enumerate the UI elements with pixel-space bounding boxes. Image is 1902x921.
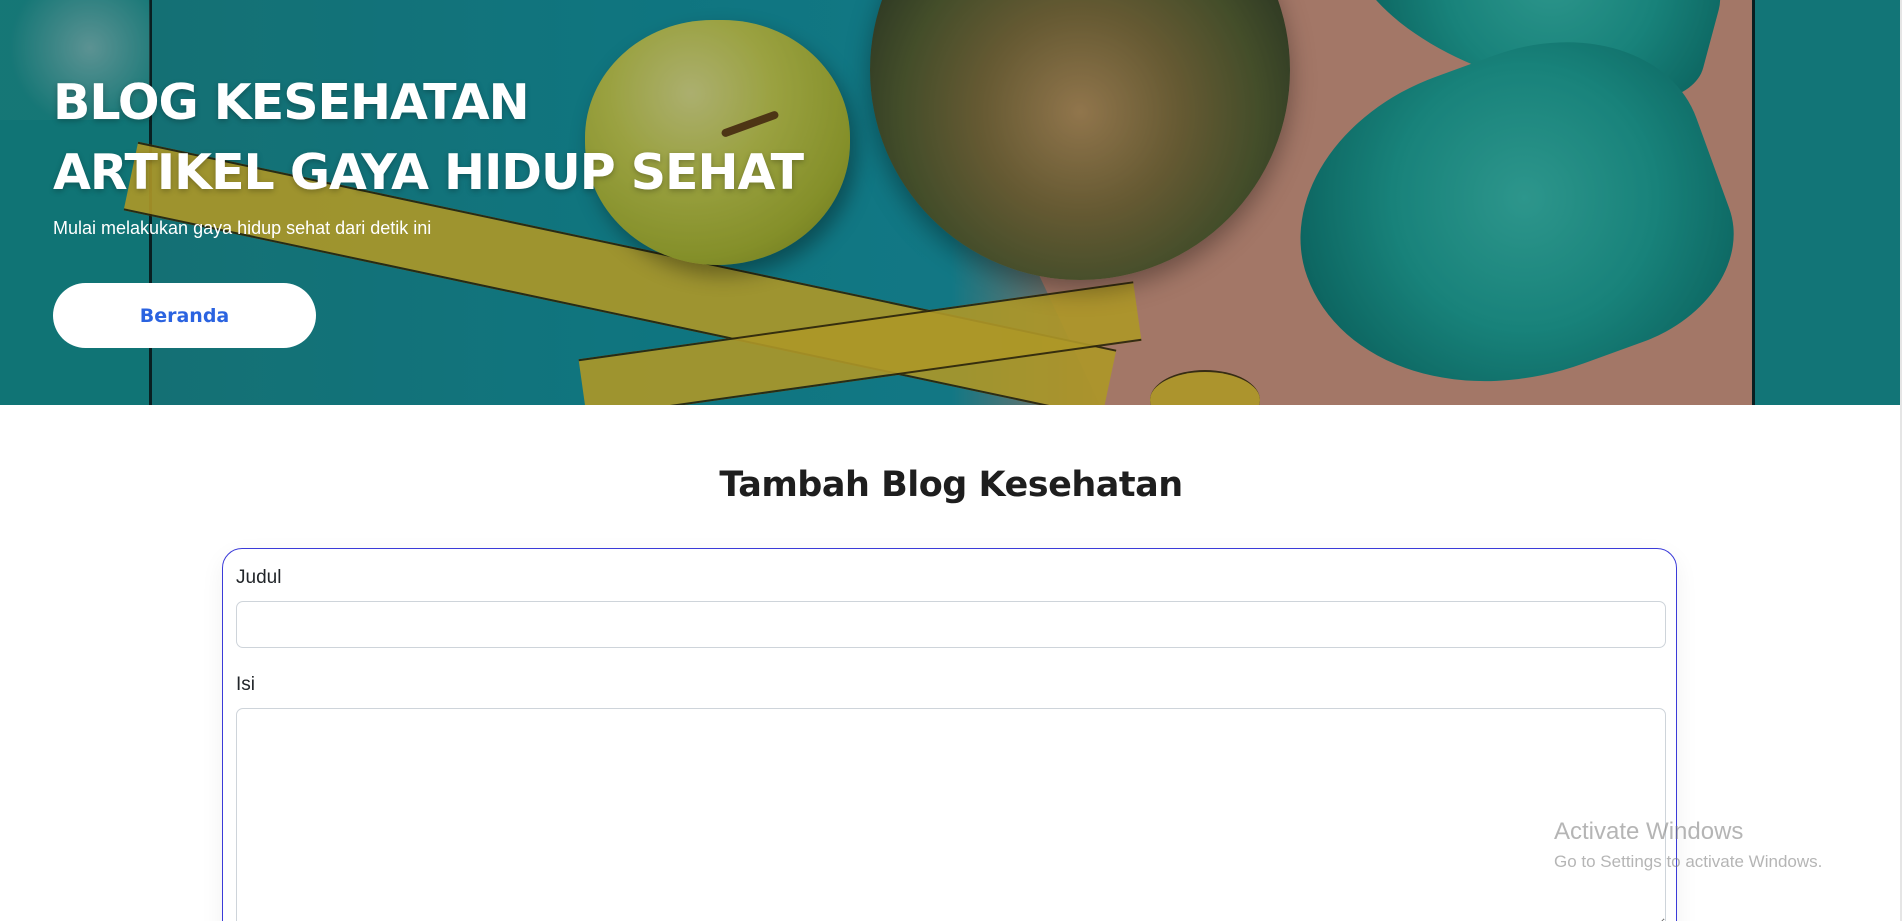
- hero-title-line1: BLOG KESEHATAN: [53, 74, 530, 131]
- hero-banner: BLOG KESEHATAN ARTIKEL GAYA HIDUP SEHAT …: [0, 0, 1902, 405]
- hero-subtitle: Mulai melakukan gaya hidup sehat dari de…: [53, 218, 432, 238]
- page-title: Tambah Blog Kesehatan: [719, 465, 1183, 505]
- watermark-subtitle: Go to Settings to activate Windows.: [1554, 852, 1823, 871]
- beranda-button[interactable]: Beranda: [53, 283, 316, 348]
- title-field-label: Judul: [236, 567, 282, 588]
- windows-activation-watermark: Activate Windows Go to Settings to activ…: [1554, 818, 1822, 872]
- content-field-label: Isi: [236, 674, 255, 695]
- watermark-title: Activate Windows: [1554, 818, 1744, 845]
- add-blog-form: Judul Isi: [222, 548, 1677, 921]
- title-input[interactable]: [236, 601, 1666, 648]
- hero-title-line2: ARTIKEL GAYA HIDUP SEHAT: [53, 144, 804, 201]
- content-textarea[interactable]: [236, 708, 1666, 921]
- hero-text-block: BLOG KESEHATAN ARTIKEL GAYA HIDUP SEHAT …: [53, 68, 804, 239]
